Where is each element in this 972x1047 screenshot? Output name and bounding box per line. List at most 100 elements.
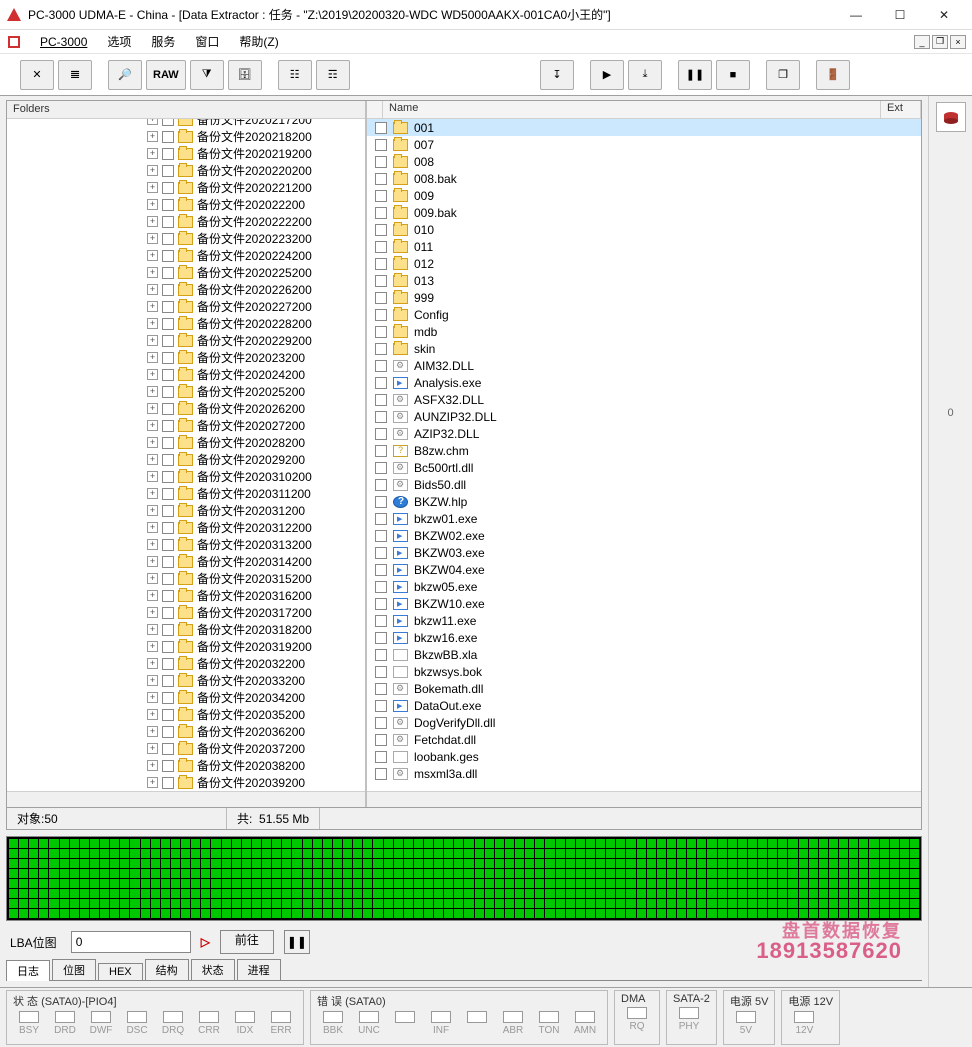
file-row[interactable]: 013 [367,272,921,289]
tree-item[interactable]: +备份文件202029200 [7,451,365,468]
tree-item[interactable]: +备份文件2020311200 [7,485,365,502]
file-checkbox[interactable] [375,683,387,695]
expand-icon[interactable]: + [147,488,158,499]
tree-checkbox[interactable] [162,233,174,245]
file-checkbox[interactable] [375,547,387,559]
expand-icon[interactable]: + [147,420,158,431]
tree-checkbox[interactable] [162,522,174,534]
file-row[interactable]: msxml3a.dll [367,765,921,782]
tree-checkbox[interactable] [162,250,174,262]
lba-bitmap[interactable] [6,836,922,921]
tab-进程[interactable]: 进程 [237,959,281,980]
file-hscroll[interactable] [367,791,921,807]
tool-filter[interactable]: ⧩ [190,60,224,90]
tree-checkbox[interactable] [162,607,174,619]
file-row[interactable]: 011 [367,238,921,255]
file-checkbox[interactable] [375,479,387,491]
expand-icon[interactable]: + [147,471,158,482]
file-row[interactable]: bkzw05.exe [367,578,921,595]
folder-tree[interactable]: +备份文件2020217200+备份文件2020218200+备份文件20202… [7,119,365,791]
expand-icon[interactable]: + [147,454,158,465]
tree-checkbox[interactable] [162,182,174,194]
file-checkbox[interactable] [375,258,387,270]
file-row[interactable]: 001 [367,119,921,136]
expand-icon[interactable]: + [147,573,158,584]
tree-checkbox[interactable] [162,539,174,551]
file-checkbox[interactable] [375,615,387,627]
tool-pause[interactable]: ❚❚ [678,60,712,90]
file-row[interactable]: AIM32.DLL [367,357,921,374]
expand-icon[interactable]: + [147,182,158,193]
tree-item[interactable]: +备份文件202037200 [7,740,365,757]
tab-结构[interactable]: 结构 [145,959,189,980]
tool-play[interactable]: ▶ [590,60,624,90]
maximize-button[interactable]: ☐ [878,1,922,29]
tree-item[interactable]: +备份文件202024200 [7,366,365,383]
file-checkbox[interactable] [375,700,387,712]
tree-checkbox[interactable] [162,505,174,517]
file-row[interactable]: loobank.ges [367,748,921,765]
file-checkbox[interactable] [375,462,387,474]
tool-report[interactable]: 𝌆 [58,60,92,90]
file-row[interactable]: bkzwsys.bok [367,663,921,680]
tool-stop[interactable]: ■ [716,60,750,90]
expand-icon[interactable]: + [147,403,158,414]
col-checkbox[interactable] [367,101,383,118]
file-checkbox[interactable] [375,360,387,372]
file-row[interactable]: ASFX32.DLL [367,391,921,408]
expand-icon[interactable]: + [147,522,158,533]
tree-item[interactable]: +备份文件202023200 [7,349,365,366]
expand-icon[interactable]: + [147,165,158,176]
file-checkbox[interactable] [375,445,387,457]
tree-item[interactable]: +备份文件202025200 [7,383,365,400]
mdi-minimize[interactable]: _ [914,35,930,49]
minimize-button[interactable]: — [834,1,878,29]
tree-checkbox[interactable] [162,318,174,330]
file-checkbox[interactable] [375,666,387,678]
tree-checkbox[interactable] [162,624,174,636]
tree-checkbox[interactable] [162,471,174,483]
close-button[interactable]: ✕ [922,1,966,29]
lba-pause-button[interactable]: ❚❚ [284,930,310,954]
tree-item[interactable]: +备份文件2020228200 [7,315,365,332]
file-row[interactable]: bkzw01.exe [367,510,921,527]
file-checkbox[interactable] [375,598,387,610]
tool-copy[interactable]: ❐ [766,60,800,90]
goto-button[interactable]: 前往 [220,930,274,954]
file-checkbox[interactable] [375,343,387,355]
file-checkbox[interactable] [375,156,387,168]
file-row[interactable]: BKZW04.exe [367,561,921,578]
file-row[interactable]: bkzw16.exe [367,629,921,646]
tree-checkbox[interactable] [162,335,174,347]
tree-item[interactable]: +备份文件2020224200 [7,247,365,264]
file-checkbox[interactable] [375,275,387,287]
file-checkbox[interactable] [375,122,387,134]
tree-item[interactable]: +备份文件202022200 [7,196,365,213]
tree-checkbox[interactable] [162,641,174,653]
tool-tree1[interactable]: ☷ [278,60,312,90]
expand-icon[interactable]: + [147,250,158,261]
expand-icon[interactable]: + [147,199,158,210]
file-checkbox[interactable] [375,513,387,525]
mdi-restore[interactable]: ❐ [932,35,948,49]
file-row[interactable]: 999 [367,289,921,306]
file-row[interactable]: Config [367,306,921,323]
expand-icon[interactable]: + [147,148,158,159]
tree-item[interactable]: +备份文件2020310200 [7,468,365,485]
tool-search[interactable]: 🔎 [108,60,142,90]
file-checkbox[interactable] [375,394,387,406]
tree-item[interactable]: +备份文件2020225200 [7,264,365,281]
file-checkbox[interactable] [375,207,387,219]
file-row[interactable]: Bokemath.dll [367,680,921,697]
tree-item[interactable]: +备份文件202038200 [7,757,365,774]
file-row[interactable]: AUNZIP32.DLL [367,408,921,425]
tree-item[interactable]: +备份文件2020218200 [7,128,365,145]
file-row[interactable]: BKZW.hlp [367,493,921,510]
file-row[interactable]: skin [367,340,921,357]
tree-item[interactable]: +备份文件202031200 [7,502,365,519]
file-checkbox[interactable] [375,717,387,729]
file-row[interactable]: Fetchdat.dll [367,731,921,748]
tree-checkbox[interactable] [162,386,174,398]
file-row[interactable]: BKZW03.exe [367,544,921,561]
tab-HEX[interactable]: HEX [98,963,143,980]
